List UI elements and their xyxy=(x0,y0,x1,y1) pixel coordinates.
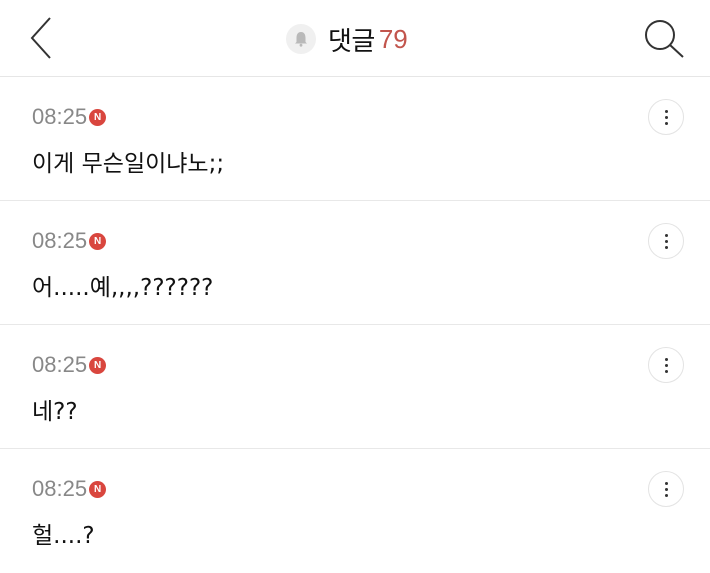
new-badge: N xyxy=(89,356,107,374)
more-options-button[interactable] xyxy=(648,99,684,135)
comment-meta: 08:25 N xyxy=(32,352,107,378)
new-badge: N xyxy=(89,232,107,250)
more-vertical-icon xyxy=(664,481,668,485)
comment-item: 08:25 N 헐....? xyxy=(0,449,710,573)
comment-time: 08:25 xyxy=(32,352,88,377)
back-button[interactable] xyxy=(22,14,62,62)
comment-item: 08:25 N 네?? xyxy=(0,325,710,449)
new-badge: N xyxy=(89,480,107,498)
comment-time: 08:25 xyxy=(32,476,88,501)
chevron-left-icon xyxy=(30,17,51,59)
header-title-group: 댓글 79 xyxy=(286,20,408,58)
bell-icon[interactable] xyxy=(286,24,316,54)
comment-text: 헐....? xyxy=(32,523,95,549)
comment-count: 79 xyxy=(378,23,408,54)
more-vertical-icon xyxy=(664,233,668,237)
app-header: 댓글 79 xyxy=(0,0,710,77)
more-options-button[interactable] xyxy=(648,471,684,507)
page-title: 댓글 xyxy=(328,26,375,57)
comment-time: 08:25 xyxy=(32,104,88,129)
new-badge: N xyxy=(89,108,107,126)
comment-item: 08:25 N 어.....예,,,,?????? xyxy=(0,201,710,325)
more-vertical-icon xyxy=(664,357,668,361)
search-icon xyxy=(645,20,684,58)
comment-text: 이게 무슨일이냐노;; xyxy=(32,151,225,177)
comment-meta: 08:25 N xyxy=(32,228,107,254)
comment-meta: 08:25 N xyxy=(32,104,107,130)
comment-time: 08:25 xyxy=(32,228,88,253)
comment-text: 네?? xyxy=(32,399,78,425)
more-options-button[interactable] xyxy=(648,347,684,383)
comment-item: 08:25 N 이게 무슨일이냐노;; xyxy=(0,77,710,201)
more-options-button[interactable] xyxy=(648,223,684,259)
comment-text: 어.....예,,,,?????? xyxy=(32,275,214,301)
search-button[interactable] xyxy=(640,14,690,62)
more-vertical-icon xyxy=(664,109,668,113)
comment-meta: 08:25 N xyxy=(32,476,107,502)
